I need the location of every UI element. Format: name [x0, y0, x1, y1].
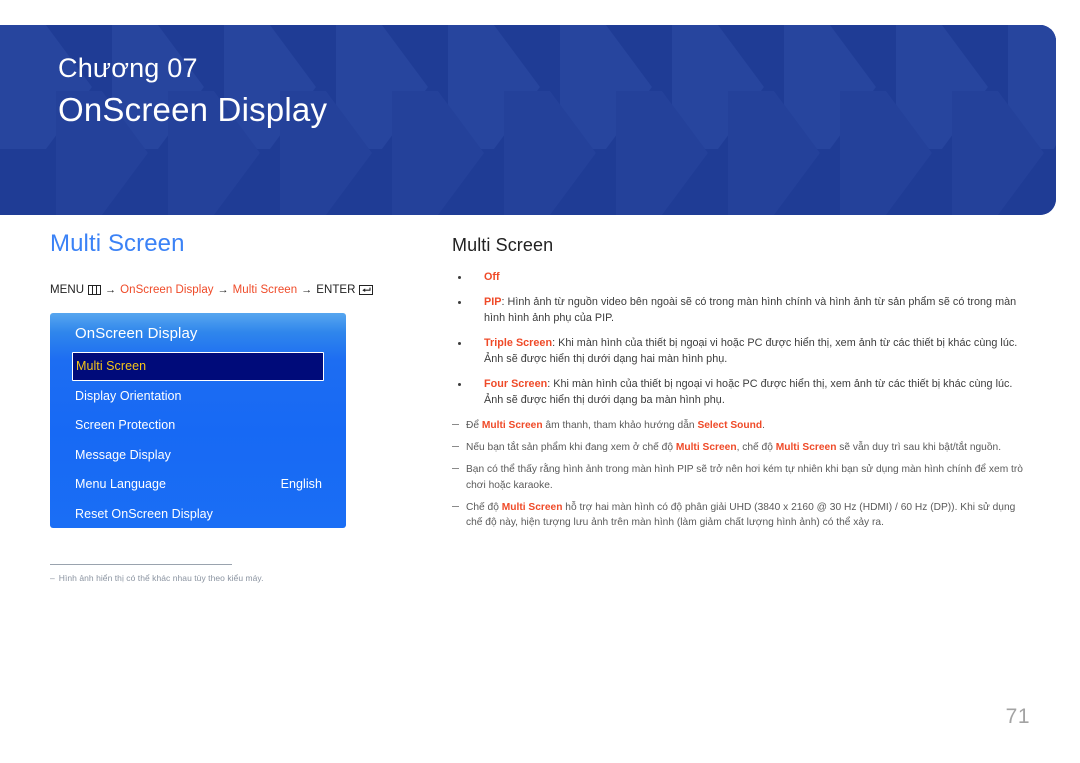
- breadcrumb-arrow-3: →: [301, 283, 313, 296]
- osd-menu-item-label: Multi Screen: [76, 359, 147, 374]
- note-item: Chế độ Multi Screen hỗ trợ hai màn hình …: [452, 500, 1032, 531]
- option-term: Four Screen: [484, 377, 548, 390]
- note-text: Bạn có thể thấy rằng hình ảnh trong màn …: [466, 464, 1023, 491]
- note-item: Để Multi Screen âm thanh, tham khảo hướn…: [452, 418, 1032, 433]
- right-column: Multi Screen Off PIP: Hình ảnh từ nguồn v…: [452, 235, 1032, 538]
- footnote-body: Hình ảnh hiển thị có thể khác nhau tùy t…: [58, 572, 264, 583]
- osd-menu-item-reset-onscreen-display[interactable]: Reset OnScreen Display: [50, 499, 346, 528]
- breadcrumb-enter-label: ENTER: [316, 283, 356, 296]
- chapter-label: Chương 07: [58, 53, 198, 83]
- note-text: .: [762, 419, 765, 431]
- note-list: Để Multi Screen âm thanh, tham khảo hướn…: [452, 418, 1032, 531]
- enter-key-icon: [359, 284, 374, 296]
- note-item: Bạn có thể thấy rằng hình ảnh trong màn …: [452, 462, 1032, 493]
- osd-menu-item-display-orientation[interactable]: Display Orientation: [50, 381, 346, 411]
- footnote-divider: [50, 563, 232, 565]
- osd-menu-title: OnScreen Display: [75, 324, 198, 342]
- breadcrumb-path-2: Multi Screen: [232, 283, 298, 296]
- osd-menu-item-label: Message Display: [75, 447, 171, 462]
- option-bullet-list: Off PIP: Hình ảnh từ nguồn video bên ngoà…: [452, 270, 1032, 409]
- breadcrumb: MENU → OnScreen Display → Multi Screen →…: [50, 284, 430, 296]
- footnote-dash: ‒: [50, 572, 55, 583]
- breadcrumb-menu-label: MENU: [50, 283, 85, 296]
- note-text: âm thanh, tham khảo hướng dẫn: [542, 419, 698, 431]
- osd-menu-item-label: Reset OnScreen Display: [75, 506, 213, 521]
- banner-text-block: Chương 07 OnScreen Display: [58, 52, 327, 132]
- osd-menu-item-screen-protection[interactable]: Screen Protection: [50, 410, 346, 440]
- osd-menu-item-menu-language[interactable]: Menu Language English: [50, 469, 346, 499]
- osd-menu-item-value: English: [280, 477, 322, 492]
- note-accent-term: Multi Screen: [481, 419, 543, 431]
- note-text: Để: [466, 419, 482, 431]
- note-accent-term: Multi Screen: [501, 501, 563, 513]
- section-heading-left: Multi Screen: [50, 230, 185, 257]
- osd-menu-item-label: Screen Protection: [75, 418, 176, 433]
- option-bullet-item: Off: [452, 270, 1032, 286]
- option-term: Off: [484, 271, 500, 283]
- option-description: : Khi màn hình của thiết bị ngoại vi hoặ…: [484, 336, 1018, 365]
- breadcrumb-arrow-2: →: [217, 283, 229, 296]
- left-column: Multi Screen MENU → OnScreen Display → M…: [50, 230, 430, 583]
- option-bullet-item: Four Screen: Khi màn hình của thiết bị n…: [452, 377, 1032, 409]
- option-description: : Hình ảnh từ nguồn video bên ngoài sẽ c…: [484, 295, 1017, 324]
- option-term: PIP: [484, 295, 502, 308]
- note-accent-term: Select Sound: [697, 419, 763, 431]
- note-text: Chế độ: [466, 501, 502, 513]
- osd-menu-item-multi-screen[interactable]: Multi Screen: [72, 351, 324, 381]
- note-accent-term: Multi Screen: [775, 442, 837, 454]
- enter-arrow-glyph: [362, 287, 372, 293]
- section-heading-right: Multi Screen: [452, 235, 554, 255]
- footnote-text: ‒ Hình ảnh hiển thị có thể khác nhau tùy …: [50, 572, 263, 583]
- osd-menu-item-label: Display Orientation: [75, 388, 182, 403]
- footnote-block: ‒ Hình ảnh hiển thị có thể khác nhau tùy …: [50, 563, 263, 583]
- osd-menu-panel: OnScreen Display Multi Screen Display Or…: [50, 312, 346, 528]
- document-page: Chương 07 OnScreen Display Multi Screen …: [0, 0, 1080, 763]
- note-text: sẽ vẫn duy trì sau khi bật/tắt nguồn.: [836, 442, 1002, 454]
- note-item: Nếu bạn tắt sản phẩm khi đang xem ở chế …: [452, 440, 1032, 455]
- breadcrumb-arrow-1: →: [105, 283, 117, 296]
- osd-menu-item-label: Menu Language: [75, 477, 167, 492]
- page-number: 71: [1005, 705, 1030, 728]
- option-description: : Khi màn hình của thiết bị ngoại vi hoặ…: [484, 377, 1013, 406]
- note-text: , chế độ: [736, 442, 776, 454]
- option-bullet-item: PIP: Hình ảnh từ nguồn video bên ngoài s…: [452, 295, 1032, 327]
- osd-menu-list: Multi Screen Display Orientation Screen …: [50, 351, 346, 528]
- menu-bars-icon: [88, 284, 102, 295]
- note-text: Nếu bạn tắt sản phẩm khi đang xem ở chế …: [466, 442, 676, 454]
- option-term: Triple Screen: [484, 336, 553, 349]
- note-accent-term: Multi Screen: [675, 442, 737, 454]
- breadcrumb-path-1: OnScreen Display: [120, 283, 214, 296]
- chapter-title: OnScreen Display: [58, 90, 328, 128]
- page-body: Multi Screen MENU → OnScreen Display → M…: [0, 215, 1080, 763]
- option-bullet-item: Triple Screen: Khi màn hình của thiết bị…: [452, 336, 1032, 368]
- osd-menu-item-message-display[interactable]: Message Display: [50, 440, 346, 470]
- chapter-banner: Chương 07 OnScreen Display: [0, 25, 1056, 215]
